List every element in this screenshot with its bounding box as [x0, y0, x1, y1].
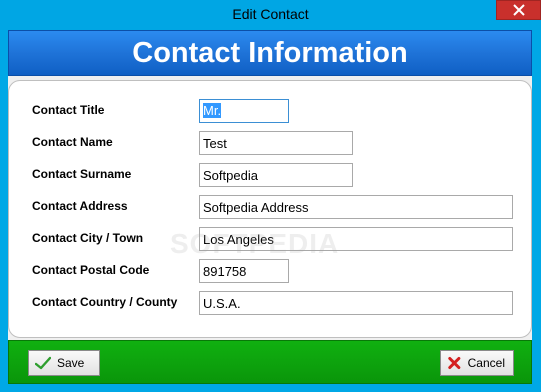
- contact-name-field[interactable]: [199, 131, 353, 155]
- header-banner: Contact Information: [8, 30, 532, 76]
- contact-title-field[interactable]: Mr.: [199, 99, 289, 123]
- contact-surname-field[interactable]: [199, 163, 353, 187]
- edit-contact-window: Edit Contact Contact Information Contact…: [0, 0, 541, 392]
- contact-title-value: Mr.: [203, 103, 222, 118]
- close-icon: [512, 4, 525, 16]
- window-title: Edit Contact: [232, 6, 309, 22]
- footer-bar: Save Cancel: [8, 340, 532, 384]
- save-label: Save: [57, 356, 85, 370]
- red-x-icon: [448, 356, 461, 370]
- close-button[interactable]: [496, 0, 541, 20]
- contact-country-field[interactable]: [199, 291, 513, 315]
- contact-postal-code-label: Contact Postal Code: [32, 263, 150, 277]
- contact-postal-code-field[interactable]: [199, 259, 289, 283]
- contact-address-label: Contact Address: [32, 199, 128, 213]
- contact-address-field[interactable]: [199, 195, 513, 219]
- contact-surname-label: Contact Surname: [32, 167, 132, 181]
- contact-title-label: Contact Title: [32, 103, 105, 117]
- contact-city-label: Contact City / Town: [32, 231, 144, 245]
- cancel-button[interactable]: Cancel: [440, 350, 514, 376]
- header-title: Contact Information: [132, 37, 408, 69]
- cancel-label: Cancel: [467, 356, 505, 370]
- title-bar: Edit Contact: [0, 0, 541, 30]
- contact-name-label: Contact Name: [32, 135, 113, 149]
- contact-city-field[interactable]: [199, 227, 513, 251]
- save-button[interactable]: Save: [28, 350, 100, 376]
- checkmark-icon: [35, 356, 51, 370]
- contact-country-label: Contact Country / County: [32, 295, 178, 309]
